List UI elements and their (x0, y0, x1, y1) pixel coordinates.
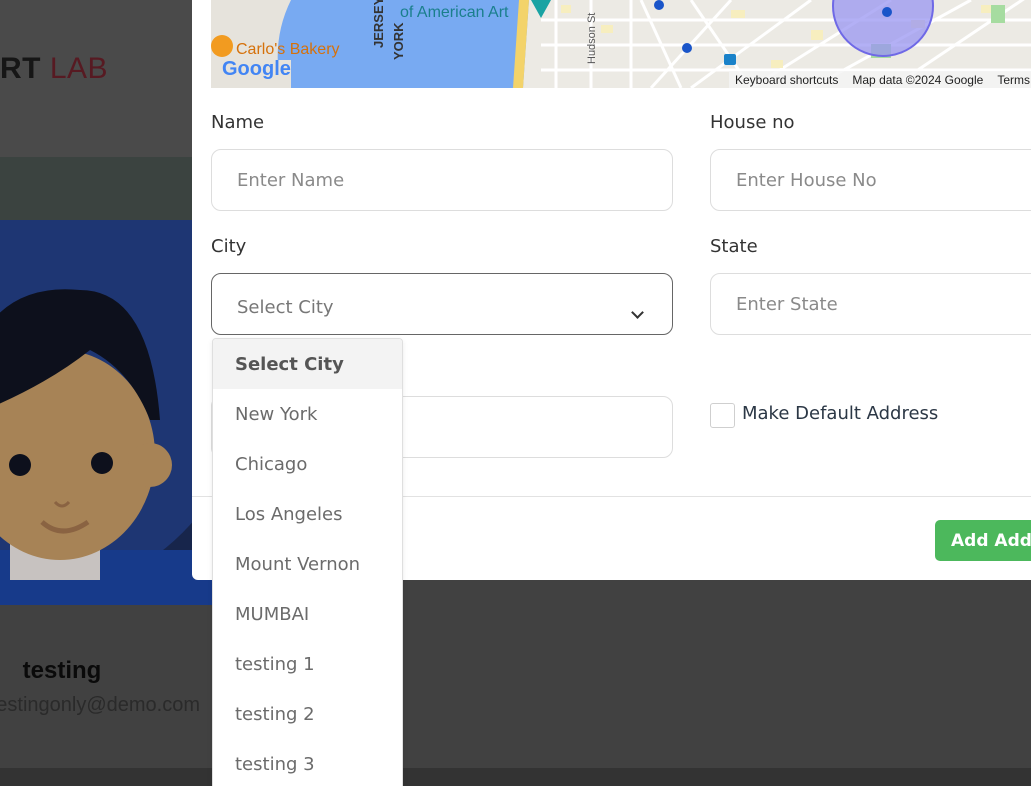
city-option-select-city[interactable]: Select City (213, 339, 402, 389)
city-label: City (211, 236, 247, 257)
name-placeholder: Enter Name (237, 169, 345, 191)
map-label-york: YORK (391, 22, 406, 60)
page-footer-strip (0, 768, 1031, 786)
address-map[interactable]: of American Art Carlo's Bakery Google JE… (211, 0, 1031, 88)
house-no-input[interactable]: Enter House No (710, 149, 1031, 211)
city-option-testing-2[interactable]: testing 2 (213, 689, 402, 739)
city-option-testing-3[interactable]: testing 3 (213, 739, 402, 786)
map-attribution: Keyboard shortcuts Map data ©2024 Google… (729, 71, 1031, 88)
logo-text-bold: RT (0, 52, 41, 85)
site-logo[interactable]: RT LAB (0, 52, 108, 86)
city-option-new-york[interactable]: New York (213, 389, 402, 439)
default-address-label: Make Default Address (742, 403, 939, 424)
name-label: Name (211, 112, 265, 133)
city-option-mount-vernon[interactable]: Mount Vernon (213, 539, 402, 589)
map-label-bakery: Carlo's Bakery (236, 41, 340, 58)
google-logo: Google (222, 58, 291, 80)
city-dropdown-list: Select City New York Chicago Los Angeles… (212, 338, 403, 786)
map-label-museum: of American Art (400, 4, 509, 21)
house-no-label: House no (710, 112, 795, 133)
add-address-button[interactable]: Add Address (935, 520, 1031, 561)
profile-name: testing (22, 657, 102, 684)
map-label-jersey: JERSEY (371, 0, 386, 48)
terms-link[interactable]: Terms (997, 73, 1030, 87)
state-placeholder: Enter State (736, 293, 838, 315)
city-option-mumbai[interactable]: MUMBAI (213, 589, 402, 639)
city-select[interactable]: Select City (211, 273, 673, 335)
name-input[interactable]: Enter Name (211, 149, 673, 211)
logo-text-light: LAB (49, 52, 109, 85)
keyboard-shortcuts-link[interactable]: Keyboard shortcuts (735, 73, 838, 87)
map-data-text: Map data ©2024 Google (852, 72, 984, 87)
city-selected-value: Select City (237, 296, 334, 318)
profile-email: testingonly@demo.com (0, 694, 200, 716)
state-label: State (710, 236, 758, 257)
state-input[interactable]: Enter State (710, 273, 1031, 335)
chevron-down-icon (631, 306, 644, 319)
city-option-testing-1[interactable]: testing 1 (213, 639, 402, 689)
map-label-hudson: Hudson St (586, 12, 598, 64)
city-option-chicago[interactable]: Chicago (213, 439, 402, 489)
city-option-los-angeles[interactable]: Los Angeles (213, 489, 402, 539)
default-address-checkbox[interactable] (710, 403, 735, 428)
avatar-illustration (0, 220, 212, 605)
profile-avatar (0, 220, 212, 605)
house-no-placeholder: Enter House No (736, 169, 877, 191)
